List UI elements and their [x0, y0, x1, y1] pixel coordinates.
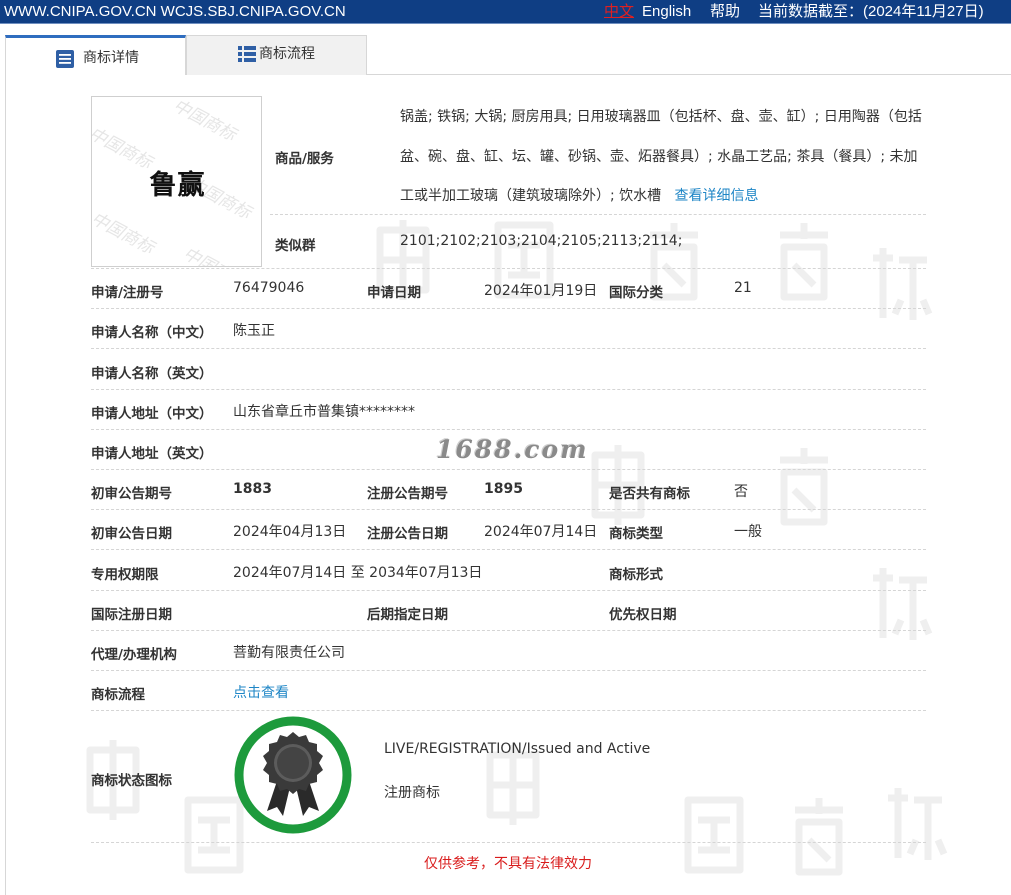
tab-trademark-flow[interactable]: 商标流程	[186, 35, 367, 75]
goods-text: 锅盖; 铁锅; 大锅; 厨房用具; 日用玻璃器皿（包括杯、盘、壶、缸）; 日用陶…	[400, 109, 922, 204]
trademark-image: 中国商标 中国商标 中国商标 中国商标 中国商标 鲁赢	[91, 96, 262, 267]
svg-text:中国商标: 中国商标	[92, 209, 159, 260]
divider	[91, 670, 926, 671]
award-ribbon-icon	[234, 716, 352, 834]
divider	[91, 590, 926, 591]
flow-view-link[interactable]: 点击查看	[233, 682, 289, 702]
disclaimer: 仅供参考，不具有法律效力	[424, 856, 592, 872]
reg-pub-date-label: 注册公告日期	[367, 526, 448, 542]
intl-class-label: 国际分类	[609, 285, 663, 301]
divider	[270, 214, 926, 215]
later-designation-label: 后期指定日期	[367, 607, 448, 623]
svg-text:中国商标: 中国商标	[180, 244, 251, 267]
status-cn: 注册商标	[384, 785, 440, 801]
similar-group-value: 2101;2102;2103;2104;2105;2113;2114;	[400, 233, 683, 249]
priority-date-label: 优先权日期	[609, 607, 677, 623]
data-date: 当前数据截至：(2024年11月27日)	[758, 3, 984, 20]
prelim-date-value: 2024年04月13日	[233, 524, 347, 540]
reg-pub-date-value: 2024年07月14日	[484, 524, 598, 540]
shared-mark-value: 否	[734, 484, 748, 500]
address-cn-value: 山东省章丘市普集镇********	[233, 404, 415, 420]
trademark-text: 鲁赢	[149, 170, 206, 201]
divider	[91, 389, 926, 390]
reg-pub-no-label: 注册公告期号	[367, 486, 448, 502]
mark-form-label: 商标形式	[609, 567, 663, 583]
reg-no-value: 76479046	[233, 280, 305, 296]
divider	[91, 469, 926, 470]
tab-label: 商标流程	[259, 46, 315, 62]
prelim-no-label: 初审公告期号	[91, 486, 172, 502]
address-en-label: 申请人地址（英文）	[91, 446, 213, 462]
intl-reg-date-label: 国际注册日期	[91, 607, 172, 623]
agent-label: 代理/办理机构	[91, 647, 177, 663]
similar-group-label: 类似群	[275, 238, 316, 254]
tab-bar: 商标详情 商标流程	[5, 35, 367, 75]
mark-type-label: 商标类型	[609, 526, 663, 542]
divider	[91, 710, 926, 711]
applicant-cn-label: 申请人名称（中文）	[91, 325, 213, 341]
top-bar: WWW.CNIPA.GOV.CN WCJS.SBJ.CNIPA.GOV.CN 中…	[0, 0, 1011, 24]
status-label: 商标状态图标	[91, 773, 172, 789]
help-link[interactable]: 帮助	[710, 0, 740, 24]
goods-label: 商品/服务	[275, 151, 334, 167]
divider	[91, 268, 926, 269]
flow-label: 商标流程	[91, 687, 145, 703]
apply-date-value: 2024年01月19日	[484, 283, 598, 299]
reg-no-label: 申请/注册号	[91, 285, 164, 301]
tab-trademark-detail[interactable]: 商标详情	[5, 35, 186, 75]
tab-label: 商标详情	[83, 50, 139, 66]
lang-chinese-link[interactable]: 中文	[604, 0, 634, 24]
applicant-en-label: 申请人名称（英文）	[91, 366, 213, 382]
watermark-text: 1688.com	[436, 435, 589, 464]
lang-english-link[interactable]: English	[642, 0, 691, 24]
apply-date-label: 申请日期	[367, 285, 421, 301]
mark-type-value: 一般	[734, 524, 762, 540]
applicant-cn-value: 陈玉正	[233, 323, 275, 339]
shared-mark-label: 是否共有商标	[609, 486, 690, 502]
exclusive-period-value: 2024年07月14日 至 2034年07月13日	[233, 565, 483, 581]
intl-class-value: 21	[734, 280, 752, 296]
divider	[91, 842, 926, 843]
exclusive-period-label: 专用权期限	[91, 567, 159, 583]
list-icon	[56, 50, 74, 68]
site-urls: WWW.CNIPA.GOV.CN WCJS.SBJ.CNIPA.GOV.CN	[4, 3, 346, 20]
agent-value: 菩勤有限责任公司	[233, 645, 345, 661]
reg-pub-no-value: 1895	[484, 481, 523, 497]
divider	[91, 509, 926, 510]
address-cn-label: 申请人地址（中文）	[91, 406, 213, 422]
divider	[91, 308, 926, 309]
svg-text:中国商标: 中国商标	[170, 97, 241, 146]
divider	[91, 429, 926, 430]
grid-list-icon	[238, 46, 256, 62]
view-details-link[interactable]: 查看详细信息	[675, 188, 759, 204]
goods-services: 锅盖; 铁锅; 大锅; 厨房用具; 日用玻璃器皿（包括杯、盘、壶、缸）; 日用陶…	[400, 98, 925, 217]
prelim-date-label: 初审公告日期	[91, 526, 172, 542]
divider	[91, 630, 926, 631]
divider	[91, 348, 926, 349]
divider	[91, 549, 926, 550]
status-en: LIVE/REGISTRATION/Issued and Active	[384, 741, 651, 757]
prelim-no-value: 1883	[233, 481, 272, 497]
